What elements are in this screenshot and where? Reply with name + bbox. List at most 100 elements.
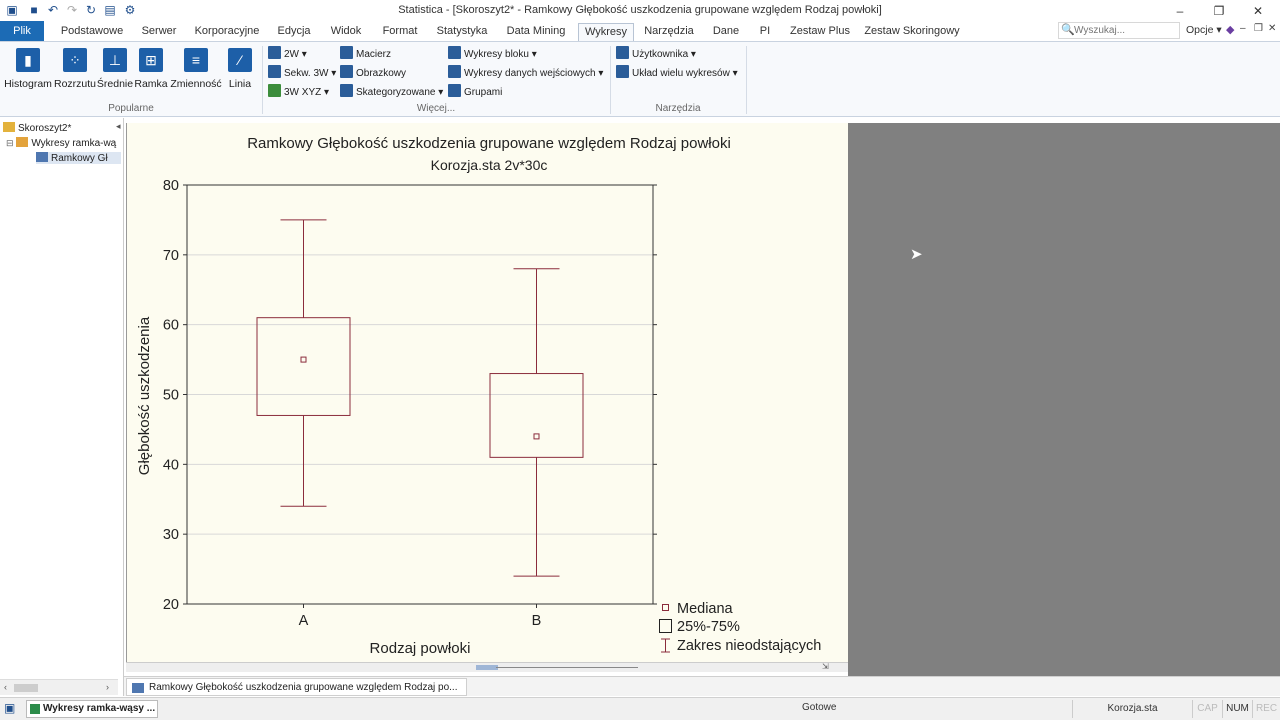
tab-ramkowy-graph[interactable]: Ramkowy Głębokość uszkodzenia grupowane …	[126, 678, 467, 696]
minimize-icon[interactable]: –	[1166, 2, 1194, 20]
legend-iqr: 25%-75%	[677, 619, 740, 635]
legend-median: Mediana	[677, 601, 734, 617]
tab-narzedzia[interactable]: Narzędzia	[642, 23, 696, 41]
line-icon: ⁄	[228, 48, 252, 72]
graph-icon	[36, 152, 48, 162]
options-button[interactable]: Opcje ▾	[1186, 24, 1222, 36]
restore-icon[interactable]: ❐	[1205, 2, 1233, 20]
2w-label: 2W	[284, 49, 299, 60]
categorized-icon	[340, 84, 353, 97]
status-file: Korozja.sta	[1072, 700, 1192, 718]
tree-root[interactable]: Skoroszyt2*	[3, 122, 121, 134]
search-box[interactable]: 🔍	[1058, 22, 1180, 39]
tab-widok[interactable]: Widok	[326, 23, 366, 41]
by-group-icon	[448, 84, 461, 97]
tree-leaf-label: Ramkowy Gł	[51, 153, 108, 164]
status-rec: REC	[1252, 700, 1280, 718]
resize-grip-icon[interactable]: ⇲	[822, 662, 829, 671]
input-data-charts-icon	[448, 65, 461, 78]
tree-scrollbar[interactable]: ‹ ›	[0, 679, 118, 695]
block-charts-icon	[448, 46, 461, 59]
line-button[interactable]: ⁄ Linia	[224, 46, 256, 96]
tab-pi[interactable]: PI	[754, 23, 776, 41]
more-group-label: Więcej...	[416, 103, 456, 114]
histogram-icon: ▮	[16, 48, 40, 72]
x-axis: AB	[299, 604, 542, 629]
icon-plot-label: Obrazkowy	[356, 68, 407, 79]
block-charts-label: Wykresy bloku	[464, 49, 529, 60]
graph-icon	[132, 683, 144, 693]
search-input[interactable]	[1074, 24, 1178, 37]
tab-statystyka[interactable]: Statystyka	[434, 23, 490, 41]
block-charts-button[interactable]: Wykresy bloku ▾	[448, 46, 537, 62]
ribbon: ▮ Histogram ⁘ Rozrzutu ⊥ Średnie ⊞ Ramka…	[0, 41, 1280, 117]
pane-collapse-icon[interactable]: ◂	[116, 121, 121, 132]
categorized-button[interactable]: Skategoryzowane ▾	[340, 84, 443, 100]
user-defined-label: Użytkownika	[632, 49, 689, 60]
multi-graph-layout-button[interactable]: Układ wielu wykresów ▾	[616, 65, 738, 81]
variability-button[interactable]: ≡ Zmienność	[170, 46, 222, 96]
tab-korporacyjne[interactable]: Korporacyjne	[192, 23, 262, 41]
taskbar-graph-window[interactable]: Wykresy ramka-wąsy ...	[26, 700, 158, 718]
document-tab-bar: Ramkowy Głębokość uszkodzenia grupowane …	[124, 676, 1280, 696]
scroll-left-icon[interactable]: ‹	[4, 682, 7, 692]
x-tick-label: A	[299, 613, 309, 629]
close-icon[interactable]: ✕	[1244, 2, 1272, 20]
graph-scroll-thumb[interactable]	[476, 665, 498, 670]
status-bar: ▣ Wykresy ramka-wąsy ... Gotowe Korozja.…	[0, 697, 1280, 720]
3w-xyz-button[interactable]: 3W XYZ ▾	[268, 84, 329, 100]
x-tick-label: B	[532, 613, 542, 629]
scroll-thumb[interactable]	[14, 684, 38, 692]
y-tick-label: 40	[163, 457, 179, 473]
graph-window: Ramkowy Głębokość uszkodzenia grupowane …	[126, 123, 848, 670]
user-defined-button[interactable]: Użytkownika ▾	[616, 46, 696, 62]
scatter-button[interactable]: ⁘ Rozrzutu	[54, 46, 96, 96]
tab-data-mining[interactable]: Data Mining	[502, 23, 570, 41]
help-icon[interactable]: ◆	[1226, 23, 1234, 36]
tab-dane[interactable]: Dane	[708, 23, 744, 41]
tab-serwer[interactable]: Serwer	[138, 23, 180, 41]
y-tick-label: 20	[163, 597, 179, 613]
variability-label: Zmienność	[170, 78, 222, 90]
tab-edycja[interactable]: Edycja	[274, 23, 314, 41]
file-tab[interactable]: Plik	[0, 21, 44, 41]
multi-graph-layout-icon	[616, 65, 629, 78]
mdi-restore-icon[interactable]: ❐	[1254, 23, 1263, 34]
by-group-button[interactable]: Grupami	[448, 84, 502, 100]
mdi-close-icon[interactable]: ✕	[1268, 23, 1276, 34]
graph-scroll-track	[496, 667, 638, 668]
tab-format[interactable]: Format	[378, 23, 422, 41]
x-axis-label: Rodzaj powłoki	[370, 640, 471, 657]
histogram-button[interactable]: ▮ Histogram	[4, 46, 52, 96]
tree-leaf[interactable]: Ramkowy Gł	[36, 152, 121, 164]
legend-range-swatch	[661, 638, 670, 653]
mdi-minimize-icon[interactable]: –	[1240, 23, 1246, 34]
3w-xyz-icon	[268, 84, 281, 97]
3w-xyz-label: 3W XYZ	[284, 87, 322, 98]
input-data-charts-button[interactable]: Wykresy danych wejściowych ▾	[448, 65, 603, 81]
y-tick-label: 50	[163, 388, 179, 404]
median-marker	[300, 356, 307, 363]
legend: Mediana 25%-75% Zakres nieodstających	[659, 601, 821, 654]
tab-zestaw-skoringowy[interactable]: Zestaw Skoringowy	[864, 23, 960, 41]
2w-button[interactable]: 2W ▾	[268, 46, 307, 62]
scroll-right-icon[interactable]: ›	[106, 682, 109, 692]
matrix-button[interactable]: Macierz	[340, 46, 391, 62]
iqr-box	[256, 317, 351, 416]
seq-3w-button[interactable]: Sekw. 3W ▾	[268, 65, 336, 81]
box-plot-label: Ramka	[134, 78, 168, 90]
histogram-label: Histogram	[4, 78, 52, 90]
tab-zestaw-plus[interactable]: Zestaw Plus	[788, 23, 852, 41]
box-plot-button[interactable]: ⊞ Ramka	[134, 46, 168, 96]
tab-wykresy[interactable]: Wykresy	[578, 23, 634, 41]
graph-scrollbar[interactable]: ⇲	[126, 662, 848, 672]
means-button[interactable]: ⊥ Średnie	[96, 46, 134, 96]
workspace-background: ➤	[848, 123, 1280, 678]
app-icon[interactable]: ▣	[4, 701, 15, 715]
legend-median-swatch	[662, 604, 669, 611]
chart-title: Ramkowy Głębokość uszkodzenia grupowane …	[247, 135, 731, 152]
icon-plot-button[interactable]: Obrazkowy	[340, 65, 406, 81]
tree-folder[interactable]: ⊟ Wykresy ramka-wą	[6, 137, 121, 149]
options-label: Opcje	[1186, 24, 1214, 36]
tab-podstawowe[interactable]: Podstawowe	[58, 23, 126, 41]
